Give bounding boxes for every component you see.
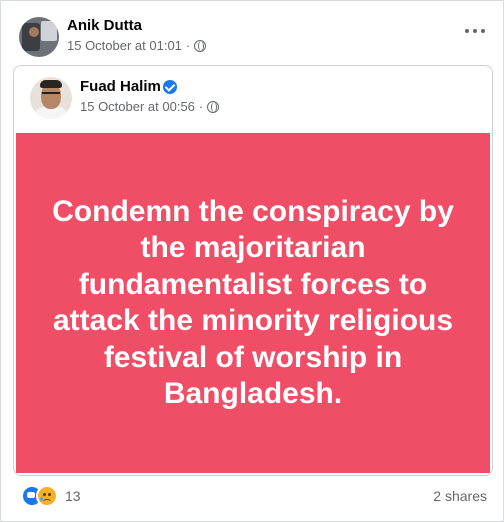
- post-message: Condemn the conspiracy by the majoritari…: [52, 194, 454, 411]
- shared-author-name[interactable]: Fuad Halim: [80, 78, 161, 95]
- post-author-name[interactable]: Anik Dutta: [67, 17, 142, 34]
- post-footer: 13 2 shares: [1, 481, 503, 511]
- globe-icon[interactable]: [207, 100, 220, 113]
- shared-author-avatar[interactable]: [30, 77, 72, 119]
- reaction-count[interactable]: 13: [65, 488, 81, 504]
- globe-icon[interactable]: [194, 39, 207, 52]
- shared-post-timestamp[interactable]: 15 October at 00:56: [80, 99, 195, 114]
- more-options-icon[interactable]: [465, 23, 485, 39]
- share-count[interactable]: 2 shares: [433, 488, 487, 504]
- post-timestamp[interactable]: 15 October at 01:01: [67, 38, 182, 53]
- sad-icon[interactable]: [36, 485, 58, 507]
- shared-post-meta: 15 October at 00:56 ·: [80, 99, 220, 114]
- text-post-banner: Condemn the conspiracy by the majoritari…: [16, 133, 490, 473]
- verified-badge-icon: [163, 80, 177, 94]
- author-avatar[interactable]: [19, 17, 59, 57]
- post-card: Anik Dutta 15 October at 01:01 · Fuad Ha…: [0, 0, 504, 522]
- post-meta: 15 October at 01:01 ·: [67, 38, 207, 53]
